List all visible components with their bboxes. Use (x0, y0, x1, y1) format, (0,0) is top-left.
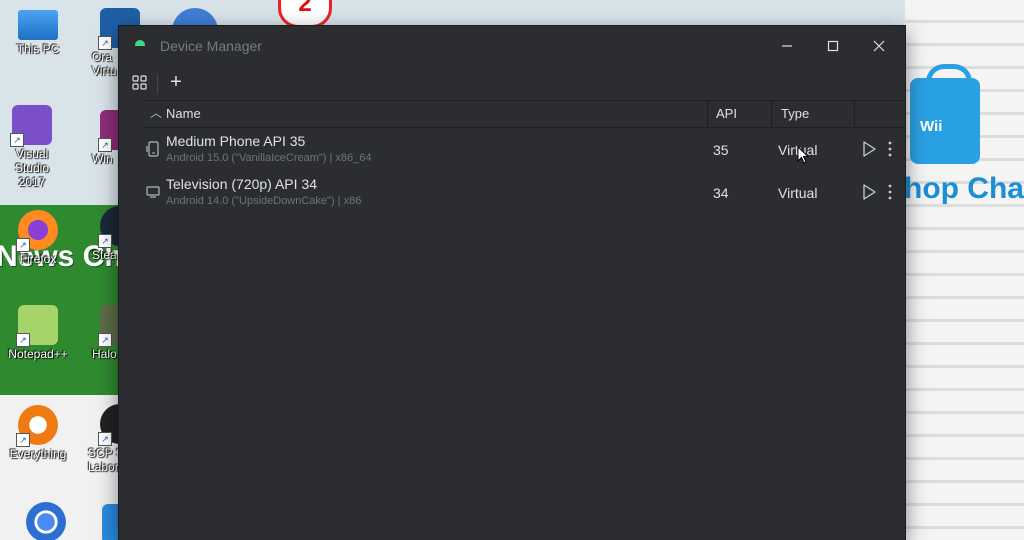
desktop-icon-visual-studio[interactable]: ↗ Visual Studio 2017 (0, 105, 64, 189)
desktop-icon-label: This PC (16, 42, 60, 56)
title-bar[interactable]: Device Manager (119, 26, 905, 66)
firefox-icon: ↗ (16, 210, 58, 252)
column-divider[interactable] (707, 101, 708, 127)
device-row[interactable]: Medium Phone API 35 Android 15.0 ("Vanil… (144, 128, 905, 172)
play-icon[interactable] (861, 140, 877, 158)
computer-icon (18, 10, 58, 40)
tv-icon (146, 186, 160, 198)
notification-badge: 2 (278, 0, 332, 28)
column-divider[interactable] (771, 101, 772, 127)
desktop-icon-label: Notepad++ (8, 347, 68, 361)
minimize-button[interactable] (765, 32, 809, 60)
window-title: Device Manager (160, 38, 262, 54)
desktop-icon-firefox[interactable]: ↗ Firefox (6, 210, 70, 266)
device-api: 35 (713, 142, 729, 158)
desktop-icon-label: Visual Studio 2017 (14, 147, 50, 189)
device-api: 34 (713, 185, 729, 201)
toolbar: + (119, 66, 905, 100)
column-divider[interactable] (854, 101, 855, 127)
visual-studio-icon: ↗ (10, 105, 52, 147)
device-grid-button[interactable] (131, 74, 149, 92)
device-type: Virtual (778, 185, 818, 201)
maximize-button[interactable] (811, 32, 855, 60)
desktop-icon-label: Everything (9, 447, 67, 461)
everything-icon: ↗ (16, 405, 58, 447)
close-icon (873, 40, 885, 52)
chrome-icon (26, 502, 66, 540)
minimize-icon (782, 45, 792, 47)
more-vertical-icon[interactable] (885, 139, 895, 159)
desktop-icon-chrome[interactable] (14, 502, 78, 540)
bag-label: Wii (920, 118, 943, 135)
desktop-icon-everything[interactable]: ↗ Everything (6, 405, 70, 461)
android-icon (135, 40, 145, 46)
device-table-header: ︿ Name API Type (144, 100, 905, 128)
column-header-type[interactable]: Type (781, 106, 809, 121)
device-row[interactable]: Television (720p) API 34 Android 14.0 ("… (144, 171, 905, 215)
device-name: Television (720p) API 34 (166, 176, 317, 192)
desktop-icon-label: Firefox (19, 252, 57, 266)
wallpaper-shop-text: hop Channe (904, 172, 1024, 205)
play-icon[interactable] (861, 183, 877, 201)
device-details: Android 14.0 ("UpsideDownCake") | x86 (166, 195, 362, 207)
add-device-button[interactable]: + (165, 70, 187, 94)
column-header-api[interactable]: API (716, 106, 737, 121)
notepadpp-icon: ↗ (16, 305, 58, 347)
close-button[interactable] (857, 32, 901, 60)
more-vertical-icon[interactable] (885, 182, 895, 202)
device-grid-icon (132, 75, 147, 90)
column-header-name[interactable]: Name (166, 106, 201, 121)
sort-ascending-icon[interactable]: ︿ (150, 104, 162, 121)
desktop-icon-notepadpp[interactable]: ↗ Notepad++ (6, 305, 70, 361)
desktop-icon-this-pc[interactable]: This PC (6, 10, 70, 56)
phone-icon (146, 141, 159, 157)
device-manager-window: Device Manager + ︿ Name API Type Medium … (119, 26, 905, 540)
device-name: Medium Phone API 35 (166, 133, 306, 149)
mouse-cursor-icon (797, 146, 810, 164)
maximize-icon (827, 40, 839, 51)
device-details: Android 15.0 ("VanillaIceCream") | x86_6… (166, 152, 372, 164)
shop-bag-icon: Wii (910, 64, 980, 164)
toolbar-divider (157, 74, 158, 94)
